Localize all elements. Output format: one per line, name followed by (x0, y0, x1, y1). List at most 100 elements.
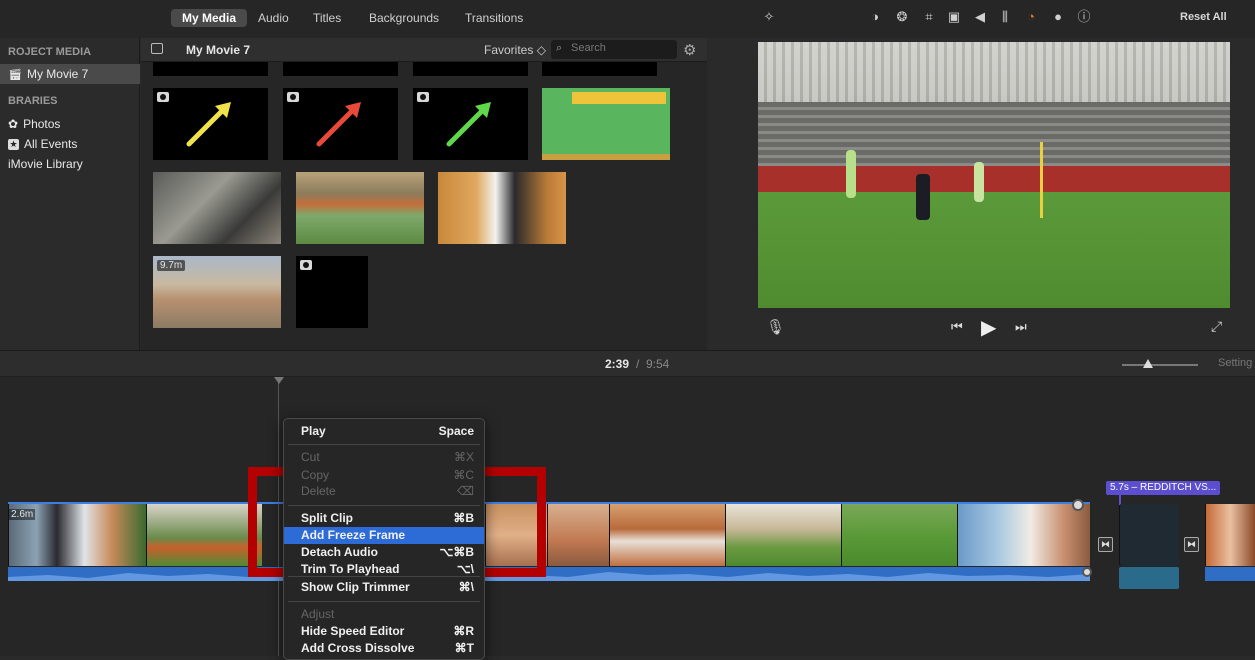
transition-icon[interactable]: ⧓ (1184, 537, 1199, 552)
menu-item-label: Add Freeze Frame (301, 528, 406, 542)
menu-item-shortcut: ⌘X (453, 450, 474, 464)
tab-titles[interactable]: Titles (313, 11, 341, 25)
red-arrow-icon (316, 102, 361, 147)
timeline-clip[interactable] (957, 504, 1090, 566)
video-thumbnail[interactable] (438, 172, 566, 244)
soccer-field (758, 192, 1230, 308)
library-sidebar: ROJECT MEDIA 🎬︎ My Movie 7 BRARIES ✿ Pho… (0, 38, 140, 350)
timeline: 2.6m ⧓ 5.7s – REDDITCH VS... ⧓ (0, 377, 1255, 656)
red-arrow-thumbnail[interactable] (283, 88, 398, 160)
timeline-clip[interactable] (1205, 504, 1255, 566)
playhead-marker[interactable] (274, 377, 284, 384)
tab-backgrounds[interactable]: Backgrounds (369, 11, 439, 25)
noise-reduction-icon[interactable]: ● (1050, 9, 1066, 25)
transition-icon[interactable]: ⧓ (1098, 537, 1113, 552)
menu-item-label: Detach Audio (301, 545, 378, 559)
timeline-clip[interactable] (841, 504, 957, 566)
player-figure (846, 150, 856, 198)
crop-icon[interactable]: ⌗ (921, 9, 937, 25)
duration-badge: 9.7m (157, 260, 186, 271)
timeline-clip[interactable] (146, 504, 262, 566)
menu-item-detach-audio[interactable]: Detach Audio ⌥⌘B (284, 544, 484, 561)
title-background-clip[interactable] (1119, 504, 1179, 566)
menu-separator (288, 601, 480, 602)
menu-item-shortcut: ⌘C (453, 468, 474, 482)
tab-my-media[interactable]: My Media (171, 9, 248, 27)
viewer: 🎙︎ ⏮︎ ▶ ⏭︎ ⤢ (708, 38, 1255, 350)
sidebar-item-library[interactable]: iMovie Library (8, 157, 83, 171)
video-thumbnail[interactable] (153, 172, 281, 244)
reset-all-button[interactable]: Reset All (1180, 11, 1227, 23)
media-thumbnail[interactable] (153, 62, 268, 76)
media-thumbnail[interactable] (283, 62, 398, 76)
green-arrow-thumbnail[interactable] (413, 88, 528, 160)
waveform-shape (8, 572, 1090, 581)
fullscreen-icon[interactable]: ⤢ (1211, 318, 1222, 335)
timeline-clip[interactable]: 2.6m (8, 504, 146, 566)
zoom-slider-track[interactable] (1122, 364, 1198, 366)
menu-item-label: Split Clip (301, 511, 353, 525)
menu-item-play[interactable]: Play Space (284, 423, 484, 440)
skip-back-icon[interactable]: ⏮︎ (951, 319, 963, 335)
timeline-clip[interactable] (725, 504, 841, 566)
menu-item-add-freeze-frame[interactable]: Add Freeze Frame (284, 527, 484, 544)
video-thumbnail[interactable]: 9.7m (153, 256, 281, 328)
media-browser: My Movie 7 Favorites ◇ ⌕ Search ⚙ 9.7m (141, 38, 707, 350)
timeline-clip[interactable] (547, 504, 609, 566)
background-thumbnail[interactable] (542, 88, 670, 160)
media-thumbnail[interactable] (413, 62, 528, 76)
zoom-slider-knob[interactable] (1143, 359, 1153, 368)
settings-button[interactable]: Setting (1218, 357, 1252, 369)
search-field[interactable]: ⌕ Search (551, 40, 677, 59)
media-thumbnail[interactable] (296, 256, 368, 328)
project-media-heading: ROJECT MEDIA (8, 46, 92, 58)
menu-item-show-clip-trimmer[interactable]: Show Clip Trimmer ⌘\ (284, 579, 484, 596)
stabilization-icon[interactable]: ▣ (946, 9, 962, 25)
video-preview[interactable] (758, 42, 1230, 308)
skip-forward-icon[interactable]: ⏭︎ (1015, 319, 1027, 335)
star-icon: ★ (8, 138, 19, 150)
play-icon[interactable]: ▶ (981, 315, 996, 340)
tab-audio[interactable]: Audio (258, 11, 289, 25)
video-thumbnail[interactable] (296, 172, 424, 244)
timeline-clip[interactable] (609, 504, 725, 566)
menu-item-hide-speed-editor[interactable]: Hide Speed Editor ⌘R (284, 623, 484, 640)
favorites-filter[interactable]: Favorites ◇ (484, 43, 546, 57)
title-clip[interactable]: 5.7s – REDDITCH VS... (1106, 481, 1220, 495)
menu-item-split-clip[interactable]: Split Clip ⌘B (284, 510, 484, 527)
clip-handle[interactable] (1072, 499, 1084, 511)
microphone-icon[interactable]: 🎙︎ (766, 318, 785, 336)
color-balance-icon[interactable]: ◑ (867, 9, 883, 25)
tab-transitions[interactable]: Transitions (465, 11, 523, 25)
yellow-arrow-thumbnail[interactable] (153, 88, 268, 160)
color-palette-icon[interactable]: ❂ (894, 9, 910, 25)
audio-waveform[interactable] (1205, 567, 1255, 581)
audio-handle[interactable] (1082, 567, 1092, 577)
media-thumbnail[interactable] (542, 62, 657, 76)
sidebar-toggle-icon[interactable] (151, 43, 163, 54)
stadium-seats (758, 102, 1230, 170)
sidebar-item-label: All Events (24, 137, 78, 151)
photos-icon: ✿ (8, 117, 19, 131)
audio-waveform[interactable] (8, 567, 1090, 581)
menu-item-delete: Delete ⌫ (284, 483, 484, 500)
sidebar-item-all-events[interactable]: ★ All Events (8, 137, 77, 151)
volume-icon[interactable]: ◀ (972, 9, 988, 25)
menu-separator (288, 444, 480, 445)
menu-item-add-cross-dissolve[interactable]: Add Cross Dissolve ⌘T (284, 640, 484, 657)
gear-icon[interactable]: ⚙ (683, 41, 696, 59)
sidebar-item-photos[interactable]: ✿ Photos (8, 117, 60, 131)
menu-item-label: Play (301, 424, 326, 438)
menu-item-shortcut: Space (438, 424, 474, 438)
menu-item-shortcut: ⌘\ (458, 580, 474, 594)
menu-separator (288, 576, 480, 577)
sidebar-item-project[interactable]: 🎬︎ My Movie 7 (8, 67, 88, 81)
equalizer-icon[interactable]: ⫼ (997, 9, 1013, 25)
total-time: 9:54 (646, 357, 670, 371)
magic-wand-icon[interactable]: ✧ (761, 9, 777, 25)
browser-header: My Movie 7 Favorites ◇ ⌕ Search ⚙ (141, 38, 707, 62)
media-tab-bar: My Media Audio Titles Backgrounds Transi… (0, 0, 1255, 38)
speed-icon[interactable]: ◔ (1023, 9, 1039, 25)
menu-item-shortcut: ⌘R (453, 624, 474, 638)
info-icon[interactable]: ⓘ (1076, 9, 1092, 25)
